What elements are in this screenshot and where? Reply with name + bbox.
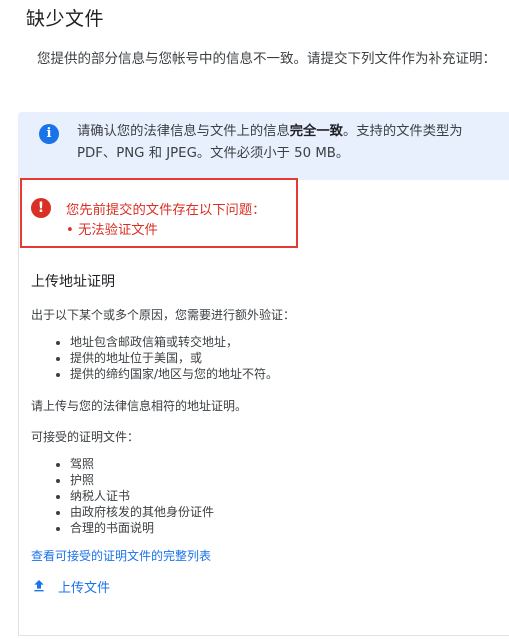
upload-icon [34,580,44,592]
page-intro: 您提供的部分信息与您帐号中的信息不一致。请提交下列文件作为补充证明： [37,51,496,67]
reason-list: 地址包含邮政信箱或转交地址， 提供的地址位于美国，或 提供的缔约国家/地区与您的… [31,334,278,382]
info-text-before: 请确认您的法律信息与文件上的信息 [77,124,290,139]
upload-file-button[interactable]: 上传文件 [31,575,110,597]
error-title: 您先前提交的文件存在以下问题： [66,203,266,218]
list-item: 驾照 [70,456,214,472]
accepted-docs-title: 可接受的证明文件： [31,430,140,444]
list-item: 由政府核发的其他身份证件 [70,504,214,520]
list-item: 纳税人证书 [70,488,214,504]
upload-button-label: 上传文件 [58,580,111,596]
reason-intro: 出于以下某个或多个原因，您需要进行额外验证： [31,308,296,322]
info-banner: i 请确认您的法律信息与文件上的信息完全一致。支持的文件类型为 PDF、PNG … [18,112,509,180]
info-banner-text: 请确认您的法律信息与文件上的信息完全一致。支持的文件类型为 PDF、PNG 和 … [77,121,502,165]
info-icon: i [39,124,59,144]
full-list-link[interactable]: 查看可接受的证明文件的完整列表 [31,547,211,564]
page-title: 缺少文件 [26,8,105,30]
list-item: 地址包含邮政信箱或转交地址， [70,334,278,350]
info-text-bold: 完全一致 [289,124,343,139]
list-item: 提供的地址位于美国，或 [70,350,278,366]
upload-note: 请上传与您的法律信息相符的地址证明。 [31,399,248,413]
list-item: 护照 [70,472,214,488]
section-title: 上传地址证明 [31,274,115,290]
list-item: 合理的书面说明 [70,520,214,536]
error-item: • 无法验证文件 [66,223,158,238]
accepted-docs-list: 驾照 护照 纳税人证书 由政府核发的其他身份证件 合理的书面说明 [31,456,214,536]
missing-documents-page: 缺少文件 您提供的部分信息与您帐号中的信息不一致。请提交下列文件作为补充证明： … [0,0,509,639]
list-item: 提供的缔约国家/地区与您的地址不符。 [70,366,278,382]
error-icon: ! [31,198,51,218]
